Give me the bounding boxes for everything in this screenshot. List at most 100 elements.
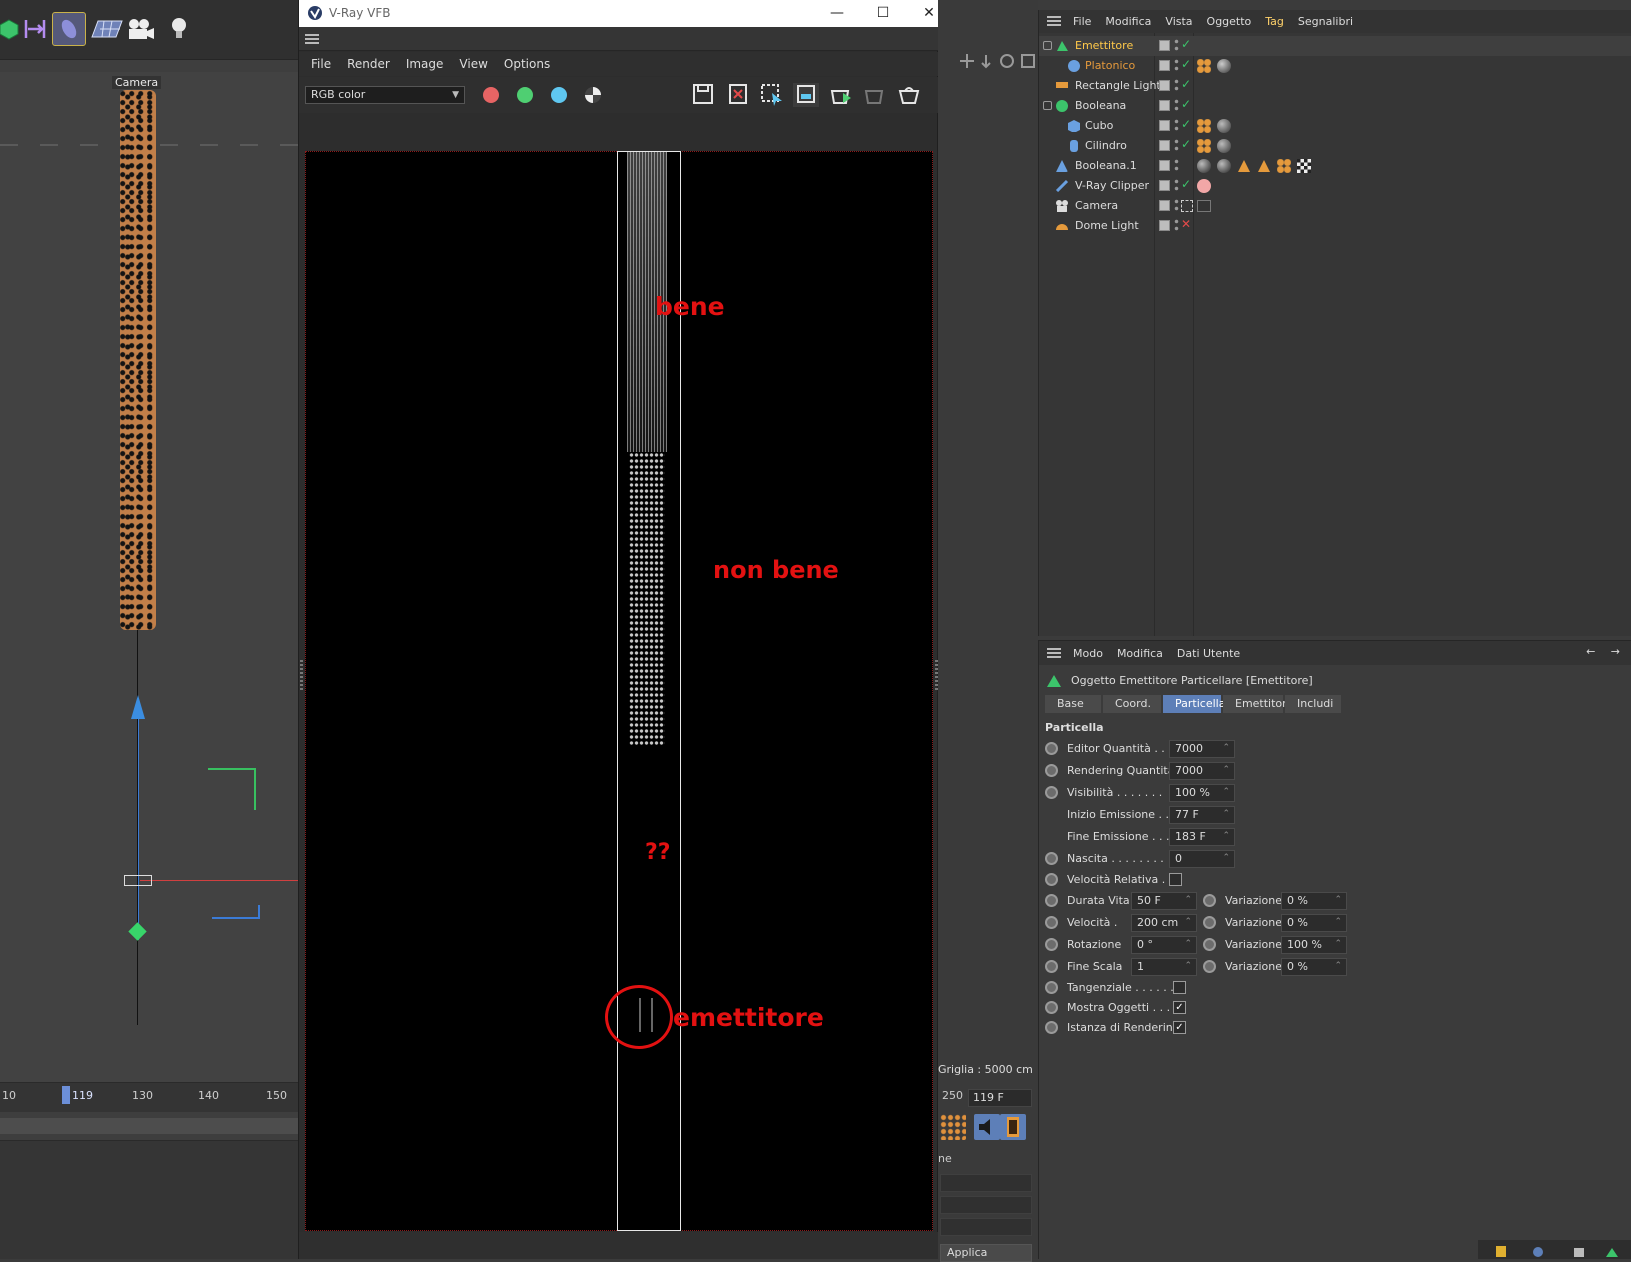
rendering-quantita-field[interactable]: 7000 [1169, 762, 1235, 780]
tangenziale-checkbox[interactable] [1173, 981, 1186, 994]
hamburger-menu-icon[interactable] [305, 34, 319, 44]
checker-tag-icon[interactable] [1297, 159, 1311, 173]
region-render-icon[interactable] [759, 83, 785, 107]
render-teapot-icon[interactable] [897, 83, 923, 107]
film-strip-icon[interactable] [1000, 1114, 1026, 1140]
visibility-toggle[interactable] [1159, 160, 1170, 171]
viewport-nav-icons[interactable] [958, 52, 1038, 74]
resize-grip[interactable] [300, 660, 303, 690]
object-row-platonico[interactable]: Platonico ✓ [1039, 56, 1631, 76]
clear-image-icon[interactable] [725, 83, 751, 107]
enabled-check-icon[interactable]: ✓ [1181, 37, 1191, 51]
phong-tag-icon[interactable] [1257, 159, 1271, 173]
target-tag-icon[interactable] [1181, 200, 1193, 212]
tab-emettitore[interactable]: Emettitore [1223, 695, 1293, 713]
visibility-toggle[interactable] [1159, 140, 1170, 151]
mid-field[interactable] [940, 1196, 1032, 1214]
velocita-field[interactable]: 200 cm [1131, 914, 1197, 932]
phong-tag-icon[interactable] [1237, 159, 1251, 173]
cylinder-tool-icon[interactable] [52, 12, 86, 46]
enabled-check-icon[interactable]: ✓ [1181, 117, 1191, 131]
object-row-rectangle-light[interactable]: Rectangle Light ✓ [1039, 76, 1631, 96]
track-mouse-icon[interactable] [793, 83, 819, 107]
enabled-check-icon[interactable]: ✓ [1181, 97, 1191, 111]
rotazione-field[interactable]: 0 ° [1131, 936, 1197, 954]
material-sphere-icon[interactable] [1197, 159, 1211, 173]
disabled-x-icon[interactable]: ✕ [1181, 217, 1191, 231]
collapse-icon[interactable] [1043, 101, 1052, 110]
animate-radio[interactable] [1203, 916, 1216, 929]
menu-file[interactable]: File [1073, 15, 1091, 28]
animate-radio[interactable] [1045, 1001, 1058, 1014]
tab-base[interactable]: Base [1045, 695, 1101, 713]
left-viewport[interactable]: Camera 10 119 130 140 150 [0, 0, 298, 1259]
velocita-variazione-field[interactable]: 0 % [1281, 914, 1347, 932]
object-row-cubo[interactable]: Cubo ✓ [1039, 116, 1631, 136]
maximize-button[interactable]: ☐ [863, 2, 903, 24]
fine-scala-variazione-field[interactable]: 0 % [1281, 958, 1347, 976]
animate-radio[interactable] [1045, 916, 1058, 929]
menu-modifica[interactable]: Modifica [1117, 647, 1163, 660]
enabled-check-icon[interactable]: ✓ [1181, 137, 1191, 151]
menu-tag[interactable]: Tag [1265, 15, 1284, 28]
menu-modo[interactable]: Modo [1073, 647, 1103, 660]
bend-deformer-icon[interactable] [18, 12, 52, 46]
material-tag-icon[interactable] [1197, 119, 1211, 133]
editor-quantita-field[interactable]: 7000 [1169, 740, 1235, 758]
enabled-check-icon[interactable]: ✓ [1181, 177, 1191, 191]
animate-radio[interactable] [1045, 873, 1058, 886]
menu-vista[interactable]: Vista [1165, 15, 1192, 28]
enabled-check-icon[interactable]: ✓ [1181, 57, 1191, 71]
menu-oggetto[interactable]: Oggetto [1207, 15, 1252, 28]
enabled-check-icon[interactable]: ✓ [1181, 77, 1191, 91]
material-sphere-icon[interactable] [1217, 139, 1231, 153]
save-image-icon[interactable] [691, 83, 717, 107]
green-handle[interactable] [208, 768, 256, 810]
material-sphere-icon[interactable] [1217, 159, 1231, 173]
visibility-toggle[interactable] [1159, 220, 1170, 231]
visibility-toggle[interactable] [1159, 200, 1170, 211]
animate-radio[interactable] [1045, 960, 1058, 973]
collapse-icon[interactable] [1043, 41, 1052, 50]
animate-radio[interactable] [1203, 960, 1216, 973]
emitter-gizmo[interactable] [124, 875, 152, 886]
vfb-titlebar[interactable]: V-Ray VFB — ☐ ✕ [299, 0, 939, 27]
material-sphere-icon[interactable] [1197, 179, 1211, 193]
material-tag-icon[interactable] [1197, 139, 1211, 153]
mostra-oggetti-checkbox[interactable]: ✓ [1173, 1001, 1186, 1014]
visibility-toggle[interactable] [1159, 120, 1170, 131]
minimize-button[interactable]: — [817, 2, 857, 24]
menu-options[interactable]: Options [504, 57, 550, 71]
tab-includi[interactable]: Includi [1285, 695, 1341, 713]
menu-segnalibri[interactable]: Segnalibri [1298, 15, 1353, 28]
animate-radio[interactable] [1203, 938, 1216, 951]
menu-file[interactable]: File [311, 57, 331, 71]
visibility-toggle[interactable] [1159, 40, 1170, 51]
hamburger-menu-icon[interactable] [1047, 648, 1061, 658]
animate-radio[interactable] [1045, 938, 1058, 951]
animate-radio[interactable] [1045, 786, 1058, 799]
object-row-booleana[interactable]: Booleana ✓ [1039, 96, 1631, 116]
menu-dati-utente[interactable]: Dati Utente [1177, 647, 1240, 660]
material-tag-icon[interactable] [1277, 159, 1291, 173]
menu-image[interactable]: Image [406, 57, 444, 71]
axis-arrow-icon[interactable] [131, 695, 145, 719]
apply-button[interactable]: Applica [940, 1244, 1032, 1262]
object-row-camera[interactable]: Camera [1039, 196, 1631, 216]
velocita-relativa-checkbox[interactable] [1169, 873, 1182, 886]
blue-channel-button[interactable] [551, 87, 567, 103]
animate-radio[interactable] [1045, 1021, 1058, 1034]
camera-tag-icon[interactable] [1197, 200, 1211, 212]
interactive-render-icon[interactable] [829, 83, 855, 107]
material-tag-icon[interactable] [1197, 59, 1211, 73]
timeline-scrollbar[interactable] [0, 1118, 298, 1134]
animate-radio[interactable] [1045, 981, 1058, 994]
animate-radio[interactable] [1203, 894, 1216, 907]
sound-icon[interactable] [974, 1114, 1000, 1140]
camera-object-icon[interactable] [124, 12, 158, 46]
visibility-toggle[interactable] [1159, 60, 1170, 71]
tab-coord[interactable]: Coord. [1103, 695, 1161, 713]
animate-radio[interactable] [1045, 742, 1058, 755]
floor-grid-icon[interactable] [90, 12, 124, 46]
back-forward-arrows-icon[interactable]: ← → [1586, 645, 1626, 658]
